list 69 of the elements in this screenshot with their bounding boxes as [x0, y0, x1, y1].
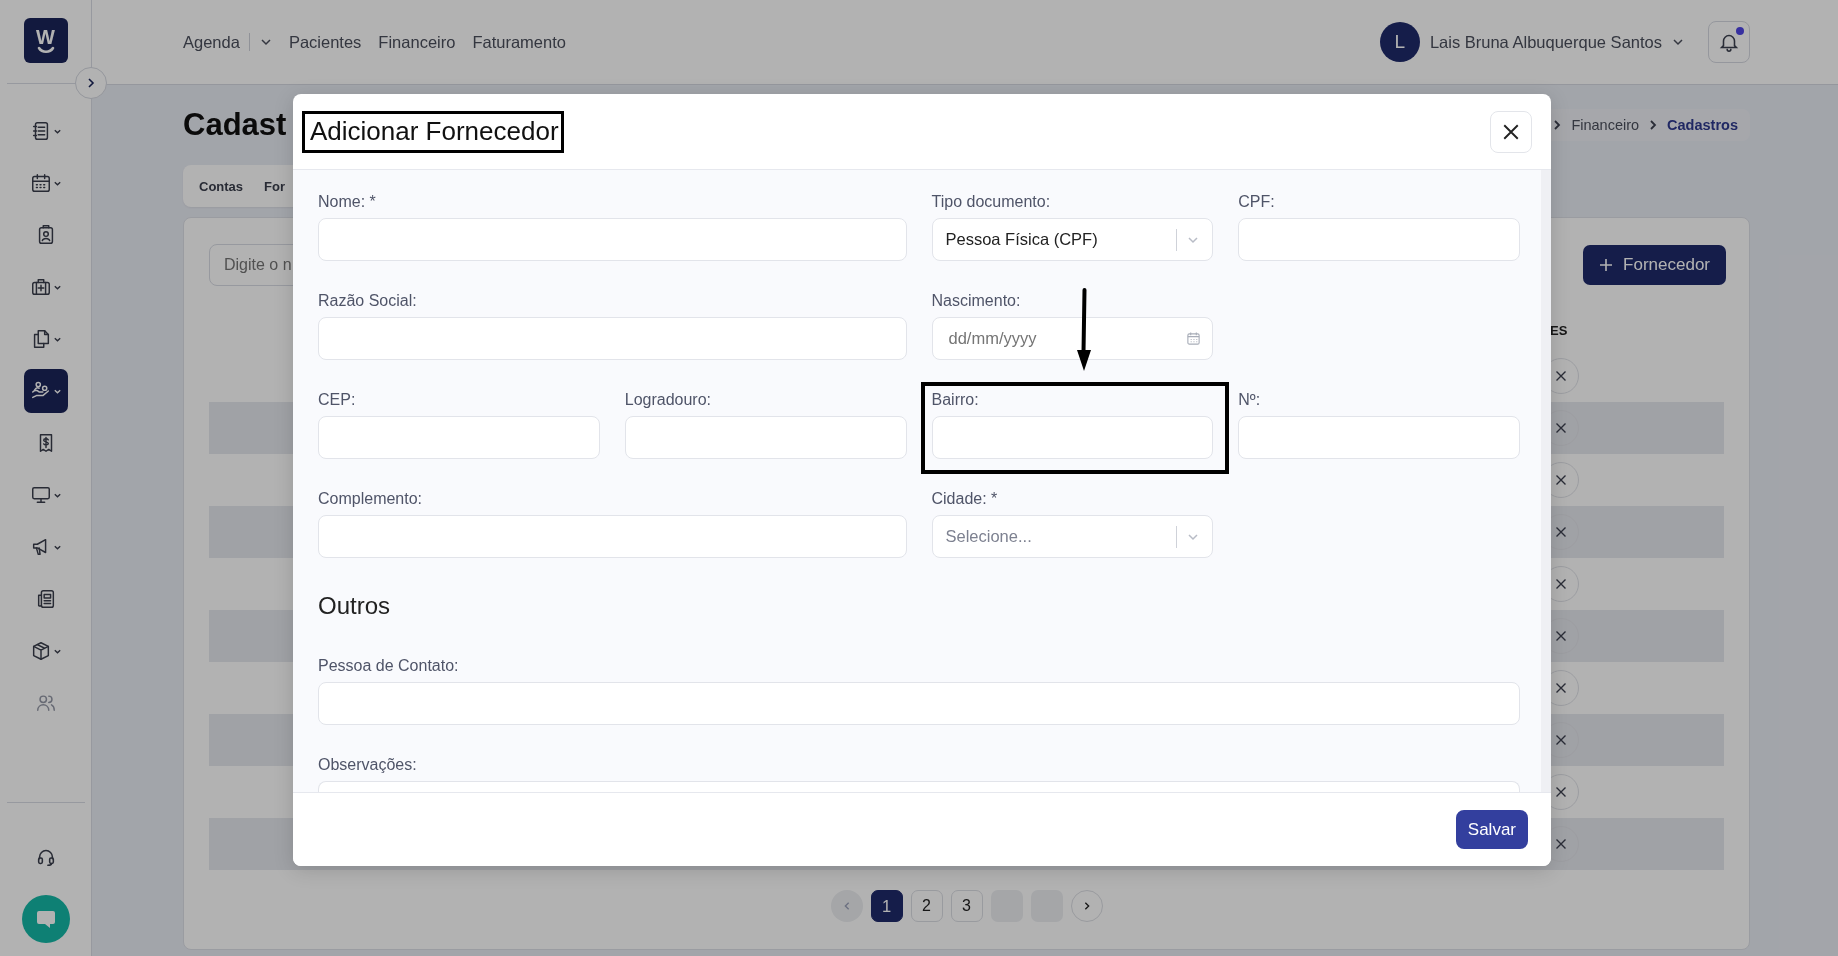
close-icon [1555, 578, 1567, 590]
text-input[interactable] [1238, 218, 1520, 261]
user-name[interactable]: Lais Bruna Albuquerque Santos [1429, 32, 1662, 52]
close-icon [1555, 734, 1567, 746]
field-label: Logradouro: [624, 390, 713, 410]
expand-sidebar-button[interactable] [75, 67, 107, 99]
close-icon [1555, 786, 1567, 798]
field-label: CPF: [1238, 192, 1276, 212]
calendar-icon [29, 172, 52, 194]
field-label: CEP: [318, 390, 357, 410]
column-header: ES [1550, 323, 1569, 340]
close-icon [1555, 526, 1567, 538]
notifications-button[interactable] [1708, 21, 1750, 63]
nav-link[interactable]: Pacientes [288, 32, 362, 52]
field-label: Cidade: * [931, 489, 999, 509]
users-icon [34, 692, 57, 714]
field-label: Tipo documento: [931, 192, 1052, 212]
text-input[interactable] [931, 416, 1214, 459]
section-heading: Outros [318, 592, 392, 620]
field-label: Razão Social: [318, 291, 418, 311]
field-label: Nome: * [318, 192, 377, 212]
chevron-down-icon[interactable] [1672, 36, 1684, 48]
save-button[interactable]: Salvar [1455, 810, 1528, 849]
nav-link[interactable]: Financeiro [378, 32, 456, 52]
monitor-icon [29, 484, 52, 506]
text-input[interactable] [318, 682, 1520, 725]
close-icon [1502, 122, 1520, 141]
tab[interactable]: For [264, 178, 285, 194]
field-label: Observações: [318, 755, 418, 775]
text-input[interactable] [318, 218, 907, 261]
medkit-icon [29, 276, 52, 298]
plus-icon [1599, 258, 1614, 272]
field-label: Bairro: [931, 390, 980, 410]
field-label: Nascimento: [931, 291, 1022, 311]
page-button[interactable]: 1 [870, 890, 903, 922]
user-avatar[interactable]: L [1379, 22, 1420, 62]
tab[interactable]: Contas [199, 178, 244, 194]
scrollbar[interactable] [1541, 170, 1551, 792]
calendar-icon [1186, 331, 1202, 346]
close-icon [1555, 682, 1567, 694]
page-button[interactable]: 2 [910, 890, 943, 922]
close-icon [1555, 474, 1567, 486]
close-icon [1555, 630, 1567, 642]
dialog-title: Adicionar Fornecedor [310, 115, 559, 147]
text-input[interactable] [318, 317, 907, 360]
field-label: Nº: [1238, 390, 1262, 410]
text-input[interactable] [318, 416, 600, 459]
close-button[interactable] [1490, 110, 1532, 153]
chevron-down-icon[interactable] [259, 36, 272, 48]
date-field[interactable]: dd/mm/yyyy [931, 317, 1214, 360]
close-icon [1555, 838, 1567, 850]
add-supplier-button[interactable]: Fornecedor [1583, 245, 1726, 285]
close-icon [1555, 370, 1567, 382]
nav-link[interactable]: Agenda [183, 32, 272, 52]
sidebar-item[interactable] [23, 369, 68, 413]
text-input[interactable] [318, 515, 907, 558]
breadcrumb-link[interactable]: Financeiro [1571, 117, 1640, 133]
text-input[interactable] [1238, 416, 1520, 459]
select-field[interactable]: Selecione... [931, 515, 1214, 558]
app-logo[interactable]: W [23, 18, 68, 63]
field-label: Pessoa de Contato: [318, 656, 460, 676]
page-title: Cadast [183, 107, 287, 143]
select-field[interactable]: Pessoa Física (CPF) [931, 218, 1214, 261]
close-icon [1555, 422, 1567, 434]
breadcrumb-link[interactable]: Cadastros [1667, 117, 1738, 133]
page-button[interactable]: 3 [950, 890, 983, 922]
text-input[interactable] [624, 416, 907, 459]
nav-link[interactable]: Faturamento [472, 32, 566, 52]
field-label: Complemento: [318, 489, 424, 509]
